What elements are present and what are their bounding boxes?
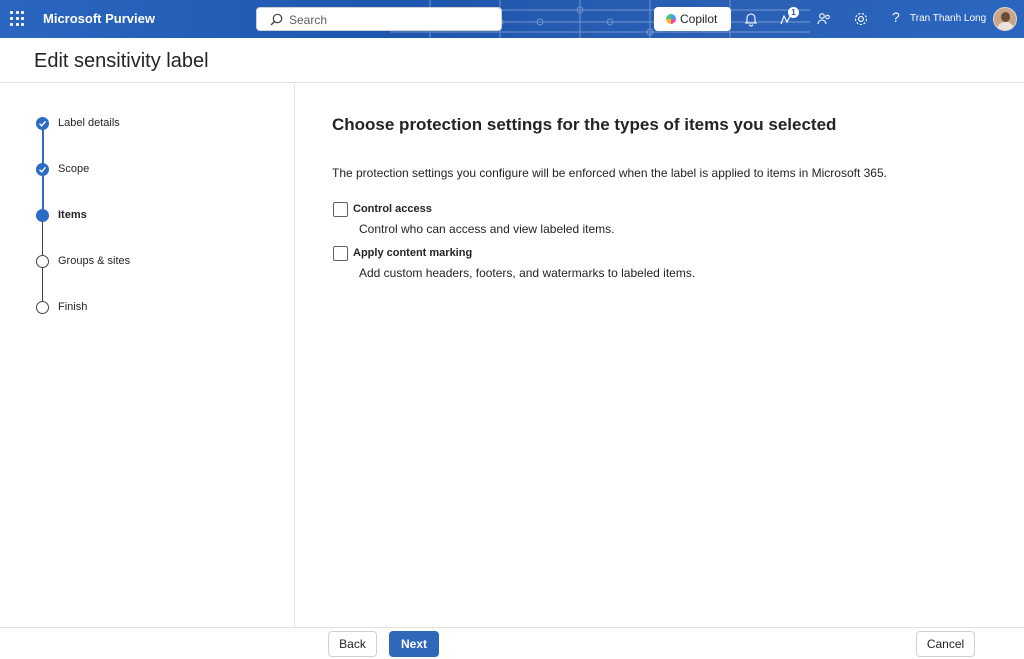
- user-name[interactable]: Tran Thanh Long: [910, 13, 986, 24]
- main-content: Choose protection settings for the types…: [296, 84, 1024, 627]
- top-bar: Microsoft Purview Copilot 1 ? Tran Thanh…: [0, 0, 1024, 38]
- section-heading: Choose protection settings for the types…: [332, 115, 837, 134]
- step-label: Items: [58, 209, 87, 221]
- option-description: Add custom headers, footers, and waterma…: [359, 266, 696, 280]
- next-button[interactable]: Next: [389, 631, 439, 657]
- checkmark-icon: [36, 117, 49, 130]
- search-icon: [270, 13, 283, 26]
- notification-badge: 1: [788, 7, 799, 18]
- people-icon[interactable]: [816, 11, 832, 27]
- copilot-button[interactable]: Copilot: [654, 7, 731, 31]
- option-description: Control who can access and view labeled …: [359, 222, 615, 236]
- pending-step-icon: [36, 255, 49, 268]
- app-launcher-icon[interactable]: [10, 11, 26, 27]
- wizard-steps: Label details Scope Items Groups & sites…: [0, 84, 295, 627]
- cancel-button[interactable]: Cancel: [916, 631, 975, 657]
- copilot-icon: [666, 14, 676, 24]
- pending-step-icon: [36, 301, 49, 314]
- page-header: Edit sensitivity label: [0, 38, 1024, 83]
- step-label: Label details: [58, 117, 120, 129]
- step-label: Finish: [58, 301, 88, 313]
- content-marking-checkbox[interactable]: [333, 246, 348, 261]
- current-step-icon: [36, 209, 49, 222]
- option-title: Control access: [353, 203, 432, 215]
- avatar[interactable]: [993, 7, 1017, 31]
- copilot-label: Copilot: [680, 12, 718, 26]
- app-title[interactable]: Microsoft Purview: [43, 11, 155, 26]
- page-title: Edit sensitivity label: [34, 50, 209, 72]
- step-connector: [42, 176, 44, 209]
- section-description: The protection settings you configure wi…: [332, 166, 887, 180]
- help-icon[interactable]: ?: [892, 9, 900, 25]
- wizard-footer: Back Next Cancel: [0, 627, 1024, 659]
- back-button[interactable]: Back: [328, 631, 377, 657]
- search-input[interactable]: [289, 11, 489, 28]
- step-connector: [42, 268, 43, 301]
- gear-icon[interactable]: [853, 11, 869, 27]
- bell-icon[interactable]: [743, 11, 759, 27]
- search-box[interactable]: [256, 7, 502, 31]
- option-title: Apply content marking: [353, 247, 473, 259]
- step-label: Scope: [58, 163, 90, 175]
- step-connector: [42, 130, 44, 163]
- checkmark-icon: [36, 163, 49, 176]
- control-access-checkbox[interactable]: [333, 202, 348, 217]
- step-label: Groups & sites: [58, 255, 131, 267]
- step-connector: [42, 222, 43, 255]
